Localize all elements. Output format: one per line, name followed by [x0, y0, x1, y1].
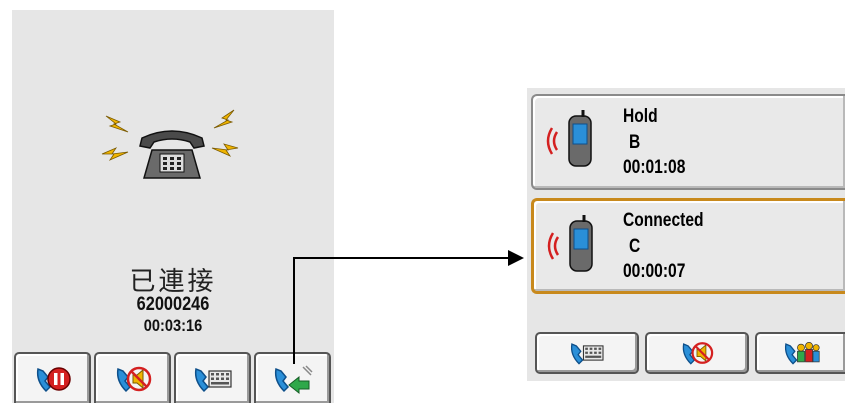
- mobile-phone-ringing-icon: [546, 110, 592, 167]
- phone-conference-icon: [784, 341, 820, 365]
- call-duration: 00:01:08: [623, 157, 686, 178]
- mobile-phone-ringing-icon: [547, 215, 593, 272]
- mute-button[interactable]: [645, 332, 749, 374]
- caller-name: B: [629, 132, 641, 153]
- call-card-hold[interactable]: Hold B 00:01:08: [531, 94, 845, 190]
- call-state: Hold: [623, 106, 658, 127]
- right-call-screen: Hold B 00:01:08 Connected C 00:00:07: [527, 88, 845, 381]
- keypad-button[interactable]: [535, 332, 639, 374]
- phone-keypad-icon: [570, 343, 604, 365]
- call-card-connected[interactable]: Connected C 00:00:07: [531, 198, 845, 294]
- caller-name: C: [629, 236, 641, 257]
- phone-mute-icon: [682, 342, 714, 365]
- conference-button[interactable]: [755, 332, 845, 374]
- call-state: Connected: [623, 210, 704, 231]
- call-duration: 00:00:07: [623, 261, 686, 282]
